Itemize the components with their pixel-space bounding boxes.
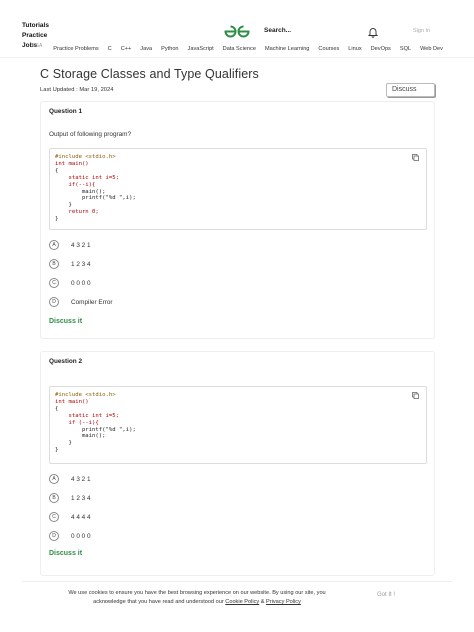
- copy-icon[interactable]: [412, 154, 419, 161]
- option-text: 0 0 0 0: [71, 279, 91, 287]
- category-web-dev[interactable]: Web Dev: [420, 46, 443, 52]
- option-d[interactable]: D 0 0 0 0: [49, 530, 91, 542]
- option-b[interactable]: B 1 2 3 4: [49, 258, 91, 270]
- code-line: #include <stdio.h>: [55, 392, 116, 398]
- option-d[interactable]: D Compiler Error: [49, 296, 113, 308]
- code-line: }: [55, 440, 72, 447]
- top-navigation: Tutorials Practice Jobs Search... Sign I…: [0, 0, 474, 58]
- question-text: Output of following program?: [49, 131, 132, 138]
- category-python[interactable]: Python: [161, 46, 178, 52]
- discuss-link[interactable]: Discuss it: [49, 318, 82, 325]
- question-card-1: Question 1 Output of following program? …: [40, 101, 435, 339]
- category-linux[interactable]: Linux: [348, 46, 361, 52]
- page-title: C Storage Classes and Type Qualifiers: [40, 67, 259, 81]
- cookie-text: We use cookies to ensure you have the be…: [52, 589, 342, 607]
- code-block: #include <stdio.h> int main() { static i…: [49, 148, 427, 230]
- question-label: Question 2: [49, 358, 83, 365]
- cookie-line-2: acknowledge that you have read and under…: [52, 598, 342, 607]
- category-data-science[interactable]: Data Science: [223, 46, 256, 52]
- code-line: printf("%d ",i);: [55, 426, 136, 433]
- category-courses[interactable]: Courses: [318, 46, 339, 52]
- option-a[interactable]: A 4 3 2 1: [49, 473, 91, 485]
- code-line: static int i=5;: [55, 412, 119, 419]
- option-c[interactable]: C 0 0 0 0: [49, 277, 91, 289]
- option-text: 4 4 4 4: [71, 513, 91, 521]
- privacy-policy-link[interactable]: Privacy Policy: [266, 599, 301, 605]
- got-it-button[interactable]: Got It !: [377, 592, 395, 598]
- option-c[interactable]: C 4 4 4 4: [49, 511, 91, 523]
- option-key: B: [49, 259, 59, 269]
- discuss-link[interactable]: Discuss it: [49, 550, 82, 557]
- option-key: B: [49, 493, 59, 503]
- code-line: }: [55, 447, 59, 454]
- option-key: D: [49, 531, 59, 541]
- option-text: 1 2 3 4: [71, 260, 91, 268]
- nav-divider: [0, 57, 474, 58]
- category-dsa[interactable]: DSA: [32, 43, 42, 52]
- option-text: Compiler Error: [71, 298, 113, 306]
- option-key: D: [49, 297, 59, 307]
- category-devops[interactable]: DevOps: [371, 46, 391, 52]
- bell-icon[interactable]: [367, 26, 379, 38]
- copy-icon[interactable]: [412, 392, 419, 399]
- code-line: #include <stdio.h>: [55, 154, 116, 160]
- code-line: }: [55, 202, 72, 209]
- category-practice-problems[interactable]: Practice Problems: [53, 46, 98, 52]
- option-a[interactable]: A 4 3 2 1: [49, 239, 91, 251]
- code-line: main();: [55, 188, 106, 195]
- category-java[interactable]: Java: [140, 46, 152, 52]
- category-c[interactable]: C: [108, 46, 112, 52]
- code-line: printf("%d ",i);: [55, 195, 136, 202]
- code-line: {: [55, 167, 59, 174]
- code-line: {: [55, 405, 59, 412]
- code-line: int main(): [55, 398, 89, 405]
- option-text: 0 0 0 0: [71, 532, 91, 540]
- nav-link-practice[interactable]: Practice: [22, 31, 49, 41]
- option-text: 4 3 2 1: [71, 241, 91, 249]
- cookie-policy-link[interactable]: Cookie Policy: [225, 599, 259, 605]
- code-line: if (--i){: [55, 419, 99, 426]
- last-updated: Last Updated : Mar 19, 2024: [40, 87, 114, 93]
- category-machine-learning[interactable]: Machine Learning: [265, 46, 309, 52]
- category-javascript[interactable]: JavaScript: [188, 46, 214, 52]
- option-text: 4 3 2 1: [71, 475, 91, 483]
- cookie-amp: &: [260, 599, 265, 605]
- code-line: return 0;: [55, 209, 99, 216]
- category-cpp[interactable]: C++: [121, 46, 132, 52]
- option-key: C: [49, 278, 59, 288]
- category-nav: DSA Practice Problems C C++ Java Python …: [32, 43, 452, 52]
- cookie-banner: We use cookies to ensure you have the be…: [22, 581, 452, 632]
- code-line: int main(): [55, 160, 89, 167]
- nav-link-tutorials[interactable]: Tutorials: [22, 21, 49, 31]
- cookie-line-1: We use cookies to ensure you have the be…: [68, 590, 326, 596]
- code-line: }: [55, 216, 59, 223]
- question-label: Question 1: [49, 108, 83, 115]
- search-input[interactable]: Search...: [264, 27, 291, 34]
- sign-in-button[interactable]: Sign In: [413, 28, 430, 34]
- option-key: A: [49, 474, 59, 484]
- cookie-line-2-prefix: acknowledge that you have read and under…: [93, 599, 224, 605]
- discuss-button[interactable]: Discuss: [386, 83, 435, 97]
- code-line: if(--i){: [55, 181, 96, 188]
- option-b[interactable]: B 1 2 3 4: [49, 492, 91, 504]
- code-line: static int i=5;: [55, 174, 119, 181]
- category-sql[interactable]: SQL: [400, 46, 411, 52]
- option-key: A: [49, 240, 59, 250]
- question-card-2: Question 2 #include <stdio.h> int main()…: [40, 351, 435, 576]
- gfg-logo-icon[interactable]: [224, 25, 250, 38]
- option-text: 1 2 3 4: [71, 494, 91, 502]
- code-line: main();: [55, 433, 106, 440]
- option-key: C: [49, 512, 59, 522]
- code-block: #include <stdio.h> int main() { static i…: [49, 386, 427, 464]
